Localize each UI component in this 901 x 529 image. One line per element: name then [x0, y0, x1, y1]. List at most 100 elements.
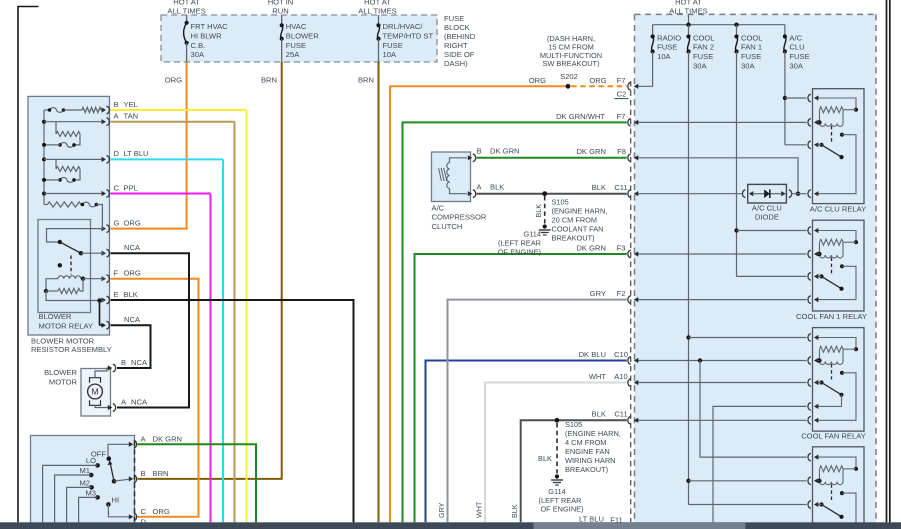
svg-text:ALL TIMES: ALL TIMES [167, 7, 205, 16]
svg-text:B: B [114, 100, 119, 109]
svg-text:RESISTOR ASSEMBLY: RESISTOR ASSEMBLY [31, 345, 112, 354]
svg-text:S202: S202 [560, 72, 578, 81]
svg-text:B: B [121, 358, 126, 367]
svg-text:RADIO: RADIO [657, 33, 681, 42]
svg-text:HVAC: HVAC [286, 22, 307, 31]
svg-text:TEMP/HTD ST: TEMP/HTD ST [383, 31, 434, 40]
svg-text:NCA: NCA [131, 358, 148, 367]
svg-text:BLK: BLK [510, 504, 519, 518]
svg-text:COOL: COOL [693, 33, 715, 42]
svg-text:DK BLU: DK BLU [579, 350, 606, 359]
svg-text:30A: 30A [693, 62, 707, 71]
svg-text:YEL: YEL [124, 100, 138, 109]
svg-text:DK GRN: DK GRN [490, 147, 520, 156]
svg-text:A/C: A/C [432, 204, 445, 213]
svg-text:BLOCK: BLOCK [444, 23, 470, 32]
svg-text:C10: C10 [614, 350, 628, 359]
svg-text:C: C [141, 507, 147, 516]
svg-text:BLK: BLK [538, 454, 552, 463]
svg-text:FRT HVAC: FRT HVAC [191, 22, 229, 31]
svg-text:BLOWER: BLOWER [286, 31, 319, 40]
svg-text:FUSE: FUSE [383, 41, 403, 50]
svg-text:FUSE: FUSE [286, 41, 306, 50]
svg-text:WIRING HARN: WIRING HARN [565, 456, 616, 465]
svg-text:D: D [114, 149, 120, 158]
svg-text:DIODE: DIODE [755, 212, 779, 221]
svg-text:DK GRN: DK GRN [153, 434, 183, 443]
svg-text:4 CM FROM: 4 CM FROM [565, 438, 606, 447]
svg-text:F7: F7 [617, 76, 626, 85]
svg-text:10A: 10A [383, 50, 397, 59]
svg-text:ORG: ORG [529, 76, 546, 85]
svg-text:C.B.: C.B. [191, 41, 206, 50]
svg-text:BLK: BLK [124, 290, 138, 299]
svg-text:C: C [114, 183, 120, 192]
svg-text:COOL FAN RELAY: COOL FAN RELAY [801, 432, 866, 441]
svg-text:(LEFT REAR: (LEFT REAR [539, 496, 582, 505]
svg-text:S105: S105 [552, 198, 569, 207]
svg-text:B: B [477, 147, 482, 156]
svg-text:ORG: ORG [589, 76, 606, 85]
svg-text:20 CM FROM: 20 CM FROM [552, 216, 598, 225]
svg-text:M3: M3 [85, 489, 96, 498]
svg-text:(LEFT REAR: (LEFT REAR [498, 239, 541, 248]
svg-text:ENGINE FAN: ENGINE FAN [565, 447, 610, 456]
svg-text:MOTOR: MOTOR [49, 378, 78, 387]
svg-text:SIDE OF: SIDE OF [444, 50, 475, 59]
svg-text:G114: G114 [548, 487, 566, 496]
svg-text:OF ENGINE): OF ENGINE) [498, 248, 541, 257]
svg-text:SW BREAKOUT): SW BREAKOUT) [542, 59, 599, 68]
svg-text:M2: M2 [79, 479, 90, 488]
svg-text:LO: LO [86, 456, 96, 465]
svg-text:BLOWER: BLOWER [39, 312, 72, 321]
svg-text:GRY: GRY [590, 289, 606, 298]
svg-text:DRL/HVAC/: DRL/HVAC/ [383, 22, 424, 31]
svg-text:LT BLU: LT BLU [579, 515, 604, 524]
svg-text:FUSE: FUSE [444, 14, 464, 23]
svg-text:BLK: BLK [490, 183, 504, 192]
svg-text:30A: 30A [789, 62, 803, 71]
svg-text:G114: G114 [523, 230, 541, 239]
svg-text:F7: F7 [617, 112, 626, 121]
svg-text:C11: C11 [614, 183, 627, 192]
svg-text:10A: 10A [657, 52, 671, 61]
svg-text:PPL: PPL [124, 183, 138, 192]
svg-text:CLUTCH: CLUTCH [432, 222, 463, 231]
svg-text:HI: HI [112, 496, 120, 505]
svg-text:COOL FAN 1 RELAY: COOL FAN 1 RELAY [796, 312, 867, 321]
svg-text:MOTOR RELAY: MOTOR RELAY [39, 321, 94, 330]
svg-text:ORG: ORG [124, 218, 141, 227]
svg-text:G: G [114, 218, 120, 227]
svg-text:TAN: TAN [124, 112, 139, 121]
svg-text:M: M [92, 387, 99, 397]
svg-text:BLK: BLK [592, 183, 606, 192]
svg-text:(BEHIND: (BEHIND [444, 32, 476, 41]
svg-text:A/C CLU: A/C CLU [752, 204, 782, 213]
svg-text:B: B [141, 469, 146, 478]
svg-text:25A: 25A [286, 50, 300, 59]
svg-text:A/C CLU RELAY: A/C CLU RELAY [810, 205, 866, 214]
svg-text:GRY: GRY [437, 502, 446, 518]
svg-text:BLK: BLK [534, 204, 543, 218]
svg-text:NCA: NCA [131, 397, 148, 406]
svg-text:DASH): DASH) [444, 59, 468, 68]
svg-text:A/C: A/C [789, 33, 802, 42]
svg-text:OF ENGINE): OF ENGINE) [540, 505, 583, 514]
svg-text:ALL TIMES: ALL TIMES [358, 7, 396, 16]
svg-text:E: E [114, 290, 119, 299]
svg-text:COMPRESSOR: COMPRESSOR [432, 213, 487, 222]
svg-text:DK GRN/WHT: DK GRN/WHT [556, 112, 605, 121]
svg-text:ALL TIMES: ALL TIMES [669, 7, 707, 16]
svg-text:BLOWER: BLOWER [44, 368, 77, 377]
svg-text:BRN: BRN [261, 76, 277, 85]
svg-text:NCA: NCA [124, 315, 141, 324]
svg-text:S105: S105 [565, 420, 582, 429]
svg-text:FUSE: FUSE [657, 43, 677, 52]
svg-text:FUSE: FUSE [789, 52, 809, 61]
svg-text:F3: F3 [617, 243, 626, 252]
svg-text:(ENGINE HARN,: (ENGINE HARN, [565, 429, 621, 438]
svg-text:LT BLU: LT BLU [124, 149, 149, 158]
svg-text:WHT: WHT [589, 372, 607, 381]
svg-text:F8: F8 [617, 147, 626, 156]
svg-text:RIGHT: RIGHT [444, 41, 468, 50]
